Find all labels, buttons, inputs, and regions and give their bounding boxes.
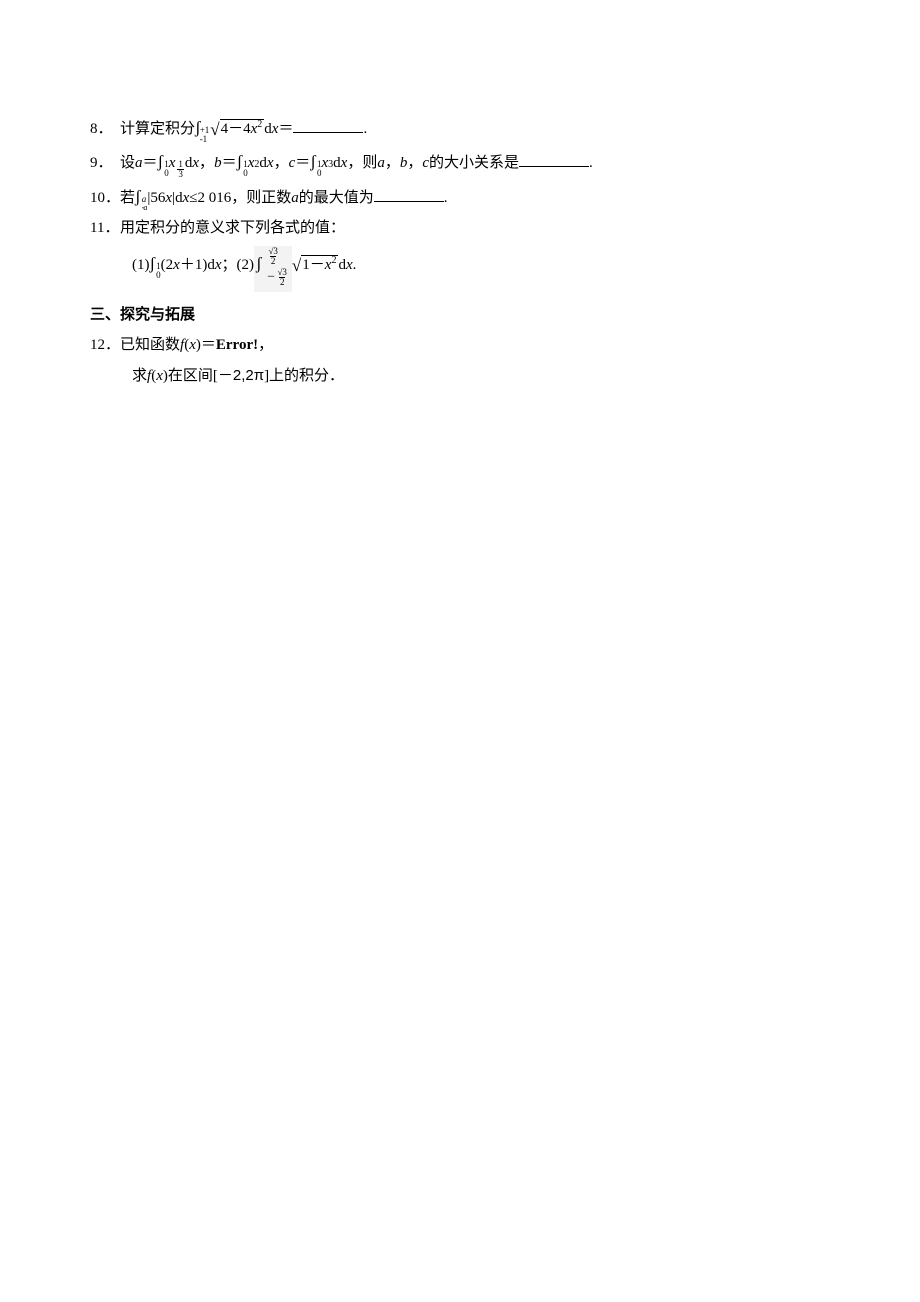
q11-num: 11． bbox=[90, 216, 120, 242]
answer-blank[interactable] bbox=[374, 186, 444, 202]
q8-text1: 计算定积分 bbox=[120, 117, 195, 143]
section-heading: 三、探究与拓展 bbox=[90, 302, 830, 328]
answer-blank[interactable] bbox=[293, 117, 363, 133]
question-11-parts: (1) ʃ10 (2x＋1)dx ； (2) ʃ √32 －√32 √ 1－x2… bbox=[132, 246, 830, 292]
question-12: 12． 已知函数 f(x) ＝ Error! ， bbox=[90, 333, 830, 359]
error-text: Error! bbox=[216, 333, 258, 359]
sqrt-expr: √ 4－4x2 bbox=[210, 119, 264, 138]
q12-num: 12． bbox=[90, 333, 120, 359]
question-8: 8． 计算定积分 ʃ +1 -1 √ 4－4x2 dx ＝ . bbox=[90, 114, 830, 144]
answer-blank[interactable] bbox=[519, 151, 589, 167]
q9-num: 9． bbox=[90, 151, 120, 177]
highlighted-integral: ʃ √32 －√32 bbox=[254, 246, 292, 292]
question-10: 10． 若 ʃ a -a |56x|dx ≤ 2 016 ，则正数 a 的最大值… bbox=[90, 183, 830, 212]
question-11: 11． 用定积分的意义求下列各式的值： bbox=[90, 216, 830, 242]
question-12-line2: 求 f(x) 在区间[－2,2π]上的积分． bbox=[132, 363, 830, 390]
q10-num: 10． bbox=[90, 186, 120, 212]
question-9: 9． 设 a ＝ ʃ10x 1 3 dx ， b ＝ ʃ10x2 dx ， c … bbox=[90, 148, 830, 179]
q8-num: 8． bbox=[90, 117, 120, 143]
